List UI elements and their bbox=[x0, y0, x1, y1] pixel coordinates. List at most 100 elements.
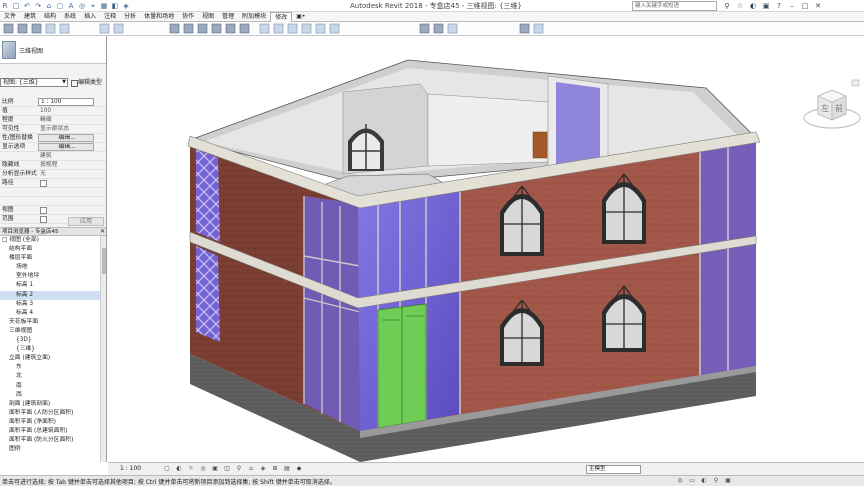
ribbon-tab[interactable]: 结构 bbox=[40, 12, 60, 22]
browser-tree-item[interactable]: 标高 2 bbox=[0, 290, 100, 300]
view-control-icon[interactable]: ☼ bbox=[187, 465, 195, 473]
browser-tree-item[interactable]: 室外地坪 bbox=[0, 272, 100, 281]
browser-tree-item[interactable]: 剖面 (建筑剖面) bbox=[0, 400, 100, 409]
status-icon[interactable]: ⚲ bbox=[712, 477, 720, 485]
star-icon[interactable]: ☆ bbox=[735, 1, 745, 11]
view-control-icon[interactable]: ⚲ bbox=[235, 465, 243, 473]
close-icon[interactable]: ✕ bbox=[813, 1, 823, 11]
browser-scrollbar[interactable] bbox=[100, 236, 106, 462]
edit-type-button[interactable]: 编辑类型 bbox=[70, 78, 106, 87]
property-checkbox[interactable] bbox=[40, 207, 47, 214]
browser-tree-item[interactable]: 立面 (建筑立面) bbox=[0, 354, 100, 363]
property-label: 性/图形替换 bbox=[2, 135, 33, 141]
property-label: 隐藏线 bbox=[2, 162, 20, 168]
property-value[interactable]: 1 : 100 bbox=[38, 98, 94, 106]
quick-access-icon[interactable]: ◧ bbox=[110, 1, 120, 11]
ribbon-tab[interactable]: 管理 bbox=[218, 12, 238, 22]
binoculars-icon[interactable]: ⚲ bbox=[722, 1, 732, 11]
split-face-icon bbox=[113, 23, 124, 34]
3d-viewport[interactable]: 左 前 bbox=[108, 36, 864, 462]
quick-access-icon[interactable]: ▦ bbox=[99, 1, 109, 11]
building-model[interactable] bbox=[108, 36, 864, 462]
quick-access-icon[interactable]: R bbox=[0, 1, 10, 11]
help-search-input[interactable]: 键入关键字或短语 bbox=[632, 1, 717, 11]
browser-tree-item[interactable]: 面积平面 (净面积) bbox=[0, 418, 100, 427]
scrollbar-thumb[interactable] bbox=[102, 248, 106, 274]
status-icon[interactable]: ◎ bbox=[676, 477, 684, 485]
browser-tree-item[interactable]: 标高 3 bbox=[0, 300, 100, 309]
quick-access-icon[interactable]: ↷ bbox=[33, 1, 43, 11]
ribbon-tab[interactable]: 注释 bbox=[100, 12, 120, 22]
status-icon[interactable]: ▭ bbox=[688, 477, 696, 485]
browser-tree-item[interactable]: 面积平面 (防火分区面积) bbox=[0, 436, 100, 445]
browser-tree-item[interactable]: 标高 4 bbox=[0, 309, 100, 318]
view-control-icon[interactable]: ▢ bbox=[163, 465, 171, 473]
property-checkbox[interactable] bbox=[40, 180, 47, 187]
view-control-icon[interactable]: ⊞ bbox=[271, 465, 279, 473]
view-instance-select[interactable]: 视图: {三维} ▼ bbox=[0, 78, 68, 87]
active-model-select[interactable]: 主模型 bbox=[586, 465, 641, 474]
browser-tree-item[interactable]: 标高 1 bbox=[0, 281, 100, 290]
browser-tree-item[interactable]: 东 bbox=[0, 363, 100, 372]
ribbon-tab[interactable]: 分析 bbox=[120, 12, 140, 22]
browser-tree-item[interactable]: 面积平面 (总建筑面积) bbox=[0, 427, 100, 436]
ribbon-tabs: 文件 建筑 结构 系统 插入 注释 分析 体量和场地 协作 视图 管理 附加模块 修改 ▣• bbox=[0, 12, 864, 22]
title-bar: R □ ↶ ↷ ⌂ ▢ A ◎ ⌖ ▦ ◧ ◈ Autodesk Revit 2018 - 专盒店45… bbox=[0, 0, 864, 12]
close-icon[interactable]: ✕ bbox=[100, 228, 105, 236]
minimize-icon[interactable]: – bbox=[787, 1, 797, 11]
browser-tree-item[interactable]: 结构平面 bbox=[0, 245, 100, 254]
ribbon-tab[interactable]: 插入 bbox=[80, 12, 100, 22]
browser-tree-item[interactable]: {三维} bbox=[0, 345, 100, 354]
browser-tree-item[interactable]: 三维视图 bbox=[0, 327, 100, 336]
quick-access-icon[interactable]: A bbox=[66, 1, 76, 11]
title-bar-right-icons: ⚲ ☆ ◐ ▣ ? – □ ✕ bbox=[722, 1, 823, 11]
view-control-icon[interactable]: ◎ bbox=[199, 465, 207, 473]
property-edit-button[interactable]: 编辑... bbox=[38, 134, 94, 142]
property-row: 显示选项 编辑... bbox=[0, 143, 106, 152]
quick-access-icon[interactable]: □ bbox=[11, 1, 21, 11]
ribbon-tab[interactable]: 视图 bbox=[198, 12, 218, 22]
ribbon-tab[interactable]: ▣• bbox=[292, 12, 309, 22]
help-icon[interactable]: ? bbox=[774, 1, 784, 11]
view-control-icon[interactable]: ◫ bbox=[223, 465, 231, 473]
browser-tree-item[interactable]: 西 bbox=[0, 391, 100, 400]
view-control-icon[interactable]: ◈ bbox=[259, 465, 267, 473]
browser-tree-item[interactable]: 楼层平面 bbox=[0, 254, 100, 263]
browser-tree-item[interactable]: 南 bbox=[0, 382, 100, 391]
status-icon[interactable]: ◐ bbox=[700, 477, 708, 485]
quick-access-icon[interactable]: ⌂ bbox=[44, 1, 54, 11]
ribbon-tab[interactable]: 附加模块 bbox=[238, 12, 270, 22]
browser-tree-item[interactable]: 面积平面 (人防分区面积) bbox=[0, 409, 100, 418]
maximize-icon[interactable]: □ bbox=[800, 1, 810, 11]
property-checkbox[interactable] bbox=[40, 216, 47, 223]
view-control-icon[interactable]: ◐ bbox=[175, 465, 183, 473]
property-edit-button[interactable]: 编辑... bbox=[38, 143, 94, 151]
ribbon-tab[interactable]: 体量和场地 bbox=[140, 12, 178, 22]
ribbon-tab[interactable]: 修改 bbox=[270, 12, 293, 22]
user-icon[interactable]: ◐ bbox=[748, 1, 758, 11]
cart-icon[interactable]: ▣ bbox=[761, 1, 771, 11]
view-control-icon[interactable]: ◆ bbox=[295, 465, 303, 473]
browser-tree-item[interactable]: 北 bbox=[0, 372, 100, 381]
status-icon[interactable]: ▣ bbox=[724, 477, 732, 485]
view-control-icon[interactable]: ▤ bbox=[283, 465, 291, 473]
ribbon-tab[interactable]: 协作 bbox=[178, 12, 198, 22]
browser-tree-item[interactable]: 场地 bbox=[0, 263, 100, 272]
quick-access-icon[interactable]: ⌖ bbox=[88, 1, 98, 11]
ribbon-tab[interactable]: 系统 bbox=[60, 12, 80, 22]
quick-access-icon[interactable]: ↶ bbox=[22, 1, 32, 11]
quick-access-icon[interactable]: ◈ bbox=[121, 1, 131, 11]
view-scale[interactable]: 1 : 100 bbox=[120, 465, 141, 472]
browser-tree-item[interactable]: 图例 bbox=[0, 445, 100, 454]
view-control-icon[interactable]: ▣ bbox=[211, 465, 219, 473]
ribbon-tab[interactable]: 文件 bbox=[0, 12, 20, 22]
viewcube[interactable]: 左 前 bbox=[802, 76, 862, 134]
view-control-icon[interactable]: ⌂ bbox=[247, 465, 255, 473]
browser-tree-item[interactable]: {3D} bbox=[0, 336, 100, 345]
browser-tree-item[interactable]: □ 视图 (全部) bbox=[0, 236, 100, 245]
quick-access-icon[interactable]: ▢ bbox=[55, 1, 65, 11]
quick-access-icon[interactable]: ◎ bbox=[77, 1, 87, 11]
browser-tree-item[interactable]: 天花板平面 bbox=[0, 318, 100, 327]
ribbon-tab[interactable]: 建筑 bbox=[20, 12, 40, 22]
apply-button[interactable]: 应用 bbox=[68, 217, 104, 226]
